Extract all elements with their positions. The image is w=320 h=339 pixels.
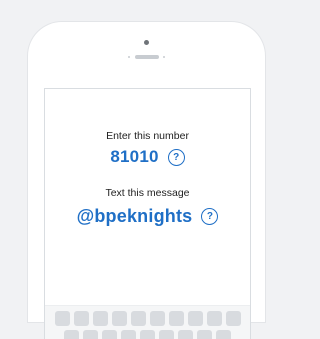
number-row: 81010 ? [45,146,250,168]
key [149,311,165,326]
key [197,330,212,339]
key [140,330,155,339]
key [102,330,117,339]
message-row: @bpeknights ? [45,204,250,228]
key [54,311,70,326]
help-icon[interactable]: ? [201,207,219,225]
text-message-label: Text this message [105,187,190,199]
enter-number-label: Enter this number [106,130,189,142]
key [178,330,193,339]
sensor-dot [163,56,165,58]
camera-icon [144,40,149,45]
key [159,330,174,339]
phone-screen: Enter this number 81010 ? Text this mess… [44,88,251,339]
help-icon[interactable]: ? [167,148,185,166]
key [187,311,203,326]
keyboard-placeholder [45,305,250,339]
sensor-dot [128,56,130,58]
key [168,311,184,326]
phone-mockup: Enter this number 81010 ? Text this mess… [28,22,265,339]
speaker-icon [135,55,159,59]
key [130,311,146,326]
key [92,311,108,326]
key [111,311,127,326]
key [225,311,241,326]
key [64,330,79,339]
key [206,311,222,326]
keyboard-row [45,330,250,339]
key [73,311,89,326]
short-code-number: 81010 [110,147,159,166]
key [216,330,231,339]
keyboard-row [45,311,250,326]
key [83,330,98,339]
key [121,330,136,339]
keyword-message: @bpeknights [76,205,193,226]
